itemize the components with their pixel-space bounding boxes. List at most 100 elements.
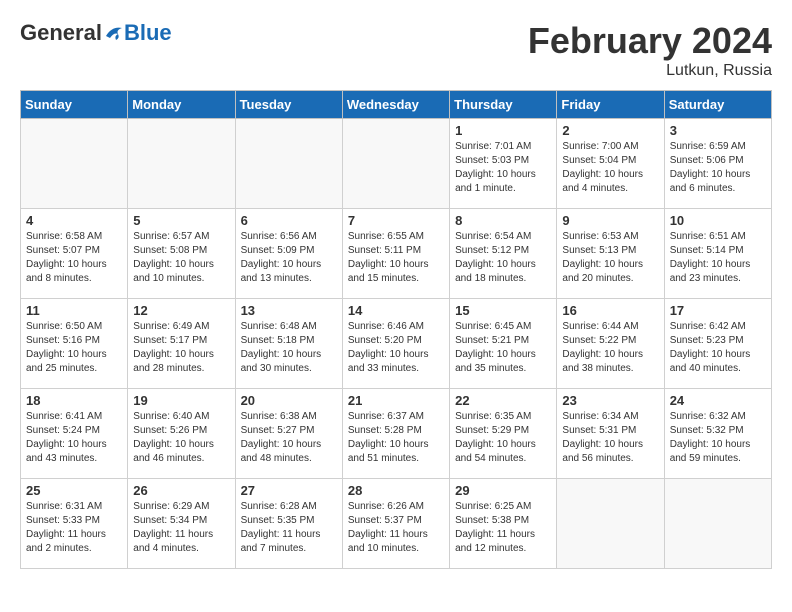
day-info: Sunrise: 6:59 AM Sunset: 5:06 PM Dayligh…: [670, 140, 766, 196]
calendar-cell: 4 Sunrise: 6:58 AM Sunset: 5:07 PM Daylig…: [21, 209, 128, 299]
day-info: Sunrise: 6:38 AM Sunset: 5:27 PM Dayligh…: [241, 410, 337, 466]
calendar-cell: 9 Sunrise: 6:53 AM Sunset: 5:13 PM Daylig…: [557, 209, 664, 299]
calendar-cell: 28Sunrise: 6:26 AM Sunset: 5:37 PM Dayli…: [342, 479, 449, 569]
day-number: 25: [26, 483, 122, 498]
day-info: Sunrise: 6:58 AM Sunset: 5:07 PM Dayligh…: [26, 230, 122, 286]
day-number: 4: [26, 213, 122, 228]
day-info: Sunrise: 6:55 AM Sunset: 5:11 PM Dayligh…: [348, 230, 444, 286]
calendar-subtitle: Lutkun, Russia: [528, 62, 772, 80]
day-number: 27: [241, 483, 337, 498]
day-number: 10: [670, 213, 766, 228]
day-number: 8: [455, 213, 551, 228]
day-info: Sunrise: 6:54 AM Sunset: 5:12 PM Dayligh…: [455, 230, 551, 286]
day-info: Sunrise: 6:25 AM Sunset: 5:38 PM Dayligh…: [455, 500, 551, 556]
calendar-cell: 8 Sunrise: 6:54 AM Sunset: 5:12 PM Daylig…: [450, 209, 557, 299]
calendar-cell: 10 Sunrise: 6:51 AM Sunset: 5:14 PM Dayli…: [664, 209, 771, 299]
calendar-cell: [557, 479, 664, 569]
day-number: 22: [455, 393, 551, 408]
day-info: Sunrise: 6:53 AM Sunset: 5:13 PM Dayligh…: [562, 230, 658, 286]
day-info: Sunrise: 6:44 AM Sunset: 5:22 PM Dayligh…: [562, 320, 658, 376]
calendar-cell: 14 Sunrise: 6:46 AM Sunset: 5:20 PM Dayli…: [342, 299, 449, 389]
day-number: 24: [670, 393, 766, 408]
calendar-cell: [664, 479, 771, 569]
calendar-cell: 19 Sunrise: 6:40 AM Sunset: 5:26 PM Dayli…: [128, 389, 235, 479]
calendar-cell: 25 Sunrise: 6:31 AM Sunset: 5:33 PM Dayli…: [21, 479, 128, 569]
day-number: 15: [455, 303, 551, 318]
logo: General Blue: [20, 20, 172, 46]
day-info: Sunrise: 6:42 AM Sunset: 5:23 PM Dayligh…: [670, 320, 766, 376]
day-number: 17: [670, 303, 766, 318]
calendar-cell: 24 Sunrise: 6:32 AM Sunset: 5:32 PM Dayli…: [664, 389, 771, 479]
calendar-cell: 13 Sunrise: 6:48 AM Sunset: 5:18 PM Dayli…: [235, 299, 342, 389]
day-number: 12: [133, 303, 229, 318]
day-number: 29: [455, 483, 551, 498]
calendar-cell: [235, 119, 342, 209]
calendar-cell: 27 Sunrise: 6:28 AM Sunset: 5:35 PM Dayli…: [235, 479, 342, 569]
day-info: Sunrise: 6:37 AM Sunset: 5:28 PM Dayligh…: [348, 410, 444, 466]
day-info: Sunrise: 6:29 AM Sunset: 5:34 PM Dayligh…: [133, 500, 229, 556]
day-number: 5: [133, 213, 229, 228]
logo-general: General: [20, 20, 102, 46]
calendar-cell: 22 Sunrise: 6:35 AM Sunset: 5:29 PM Dayli…: [450, 389, 557, 479]
day-number: 18: [26, 393, 122, 408]
calendar-cell: [21, 119, 128, 209]
day-info: Sunrise: 7:01 AM Sunset: 5:03 PM Dayligh…: [455, 140, 551, 196]
logo-blue: Blue: [124, 20, 172, 46]
day-info: Sunrise: 6:49 AM Sunset: 5:17 PM Dayligh…: [133, 320, 229, 376]
day-info: Sunrise: 6:46 AM Sunset: 5:20 PM Dayligh…: [348, 320, 444, 376]
day-number: 14: [348, 303, 444, 318]
column-header-wednesday: Wednesday: [342, 91, 449, 119]
day-number: 9: [562, 213, 658, 228]
title-block: February 2024 Lutkun, Russia: [528, 20, 772, 80]
day-number: 16: [562, 303, 658, 318]
day-info: Sunrise: 6:51 AM Sunset: 5:14 PM Dayligh…: [670, 230, 766, 286]
calendar-cell: 20 Sunrise: 6:38 AM Sunset: 5:27 PM Dayli…: [235, 389, 342, 479]
calendar-title: February 2024: [528, 20, 772, 62]
day-number: 20: [241, 393, 337, 408]
day-number: 23: [562, 393, 658, 408]
day-number: 1: [455, 123, 551, 138]
calendar-cell: 26 Sunrise: 6:29 AM Sunset: 5:34 PM Dayli…: [128, 479, 235, 569]
calendar-cell: 5 Sunrise: 6:57 AM Sunset: 5:08 PM Daylig…: [128, 209, 235, 299]
calendar-cell: [342, 119, 449, 209]
day-number: 7: [348, 213, 444, 228]
day-info: Sunrise: 6:28 AM Sunset: 5:35 PM Dayligh…: [241, 500, 337, 556]
day-info: Sunrise: 6:56 AM Sunset: 5:09 PM Dayligh…: [241, 230, 337, 286]
day-number: 21: [348, 393, 444, 408]
day-number: 3: [670, 123, 766, 138]
column-header-tuesday: Tuesday: [235, 91, 342, 119]
calendar-cell: 12 Sunrise: 6:49 AM Sunset: 5:17 PM Dayli…: [128, 299, 235, 389]
calendar-cell: 2 Sunrise: 7:00 AM Sunset: 5:04 PM Daylig…: [557, 119, 664, 209]
calendar-cell: 23Sunrise: 6:34 AM Sunset: 5:31 PM Dayli…: [557, 389, 664, 479]
day-number: 19: [133, 393, 229, 408]
day-info: Sunrise: 6:40 AM Sunset: 5:26 PM Dayligh…: [133, 410, 229, 466]
day-number: 13: [241, 303, 337, 318]
day-number: 6: [241, 213, 337, 228]
day-number: 11: [26, 303, 122, 318]
calendar-cell: 7 Sunrise: 6:55 AM Sunset: 5:11 PM Daylig…: [342, 209, 449, 299]
day-info: Sunrise: 6:48 AM Sunset: 5:18 PM Dayligh…: [241, 320, 337, 376]
day-number: 26: [133, 483, 229, 498]
day-number: 2: [562, 123, 658, 138]
column-header-friday: Friday: [557, 91, 664, 119]
day-info: Sunrise: 6:41 AM Sunset: 5:24 PM Dayligh…: [26, 410, 122, 466]
calendar-cell: 15Sunrise: 6:45 AM Sunset: 5:21 PM Dayli…: [450, 299, 557, 389]
calendar-cell: 18 Sunrise: 6:41 AM Sunset: 5:24 PM Dayli…: [21, 389, 128, 479]
page-header: General Blue February 2024 Lutkun, Russi…: [20, 20, 772, 80]
calendar-cell: 17 Sunrise: 6:42 AM Sunset: 5:23 PM Dayli…: [664, 299, 771, 389]
day-info: Sunrise: 6:35 AM Sunset: 5:29 PM Dayligh…: [455, 410, 551, 466]
day-info: Sunrise: 6:26 AM Sunset: 5:37 PM Dayligh…: [348, 500, 444, 556]
calendar-cell: 3 Sunrise: 6:59 AM Sunset: 5:06 PM Daylig…: [664, 119, 771, 209]
calendar-table: SundayMondayTuesdayWednesdayThursdayFrid…: [20, 90, 772, 569]
bird-icon: [104, 24, 124, 42]
calendar-cell: 21 Sunrise: 6:37 AM Sunset: 5:28 PM Dayli…: [342, 389, 449, 479]
day-info: Sunrise: 6:32 AM Sunset: 5:32 PM Dayligh…: [670, 410, 766, 466]
calendar-cell: 6 Sunrise: 6:56 AM Sunset: 5:09 PM Daylig…: [235, 209, 342, 299]
column-header-saturday: Saturday: [664, 91, 771, 119]
day-info: Sunrise: 6:31 AM Sunset: 5:33 PM Dayligh…: [26, 500, 122, 556]
calendar-cell: 11Sunrise: 6:50 AM Sunset: 5:16 PM Dayli…: [21, 299, 128, 389]
calendar-cell: 29 Sunrise: 6:25 AM Sunset: 5:38 PM Dayli…: [450, 479, 557, 569]
day-info: Sunrise: 7:00 AM Sunset: 5:04 PM Dayligh…: [562, 140, 658, 196]
column-header-sunday: Sunday: [21, 91, 128, 119]
day-info: Sunrise: 6:57 AM Sunset: 5:08 PM Dayligh…: [133, 230, 229, 286]
